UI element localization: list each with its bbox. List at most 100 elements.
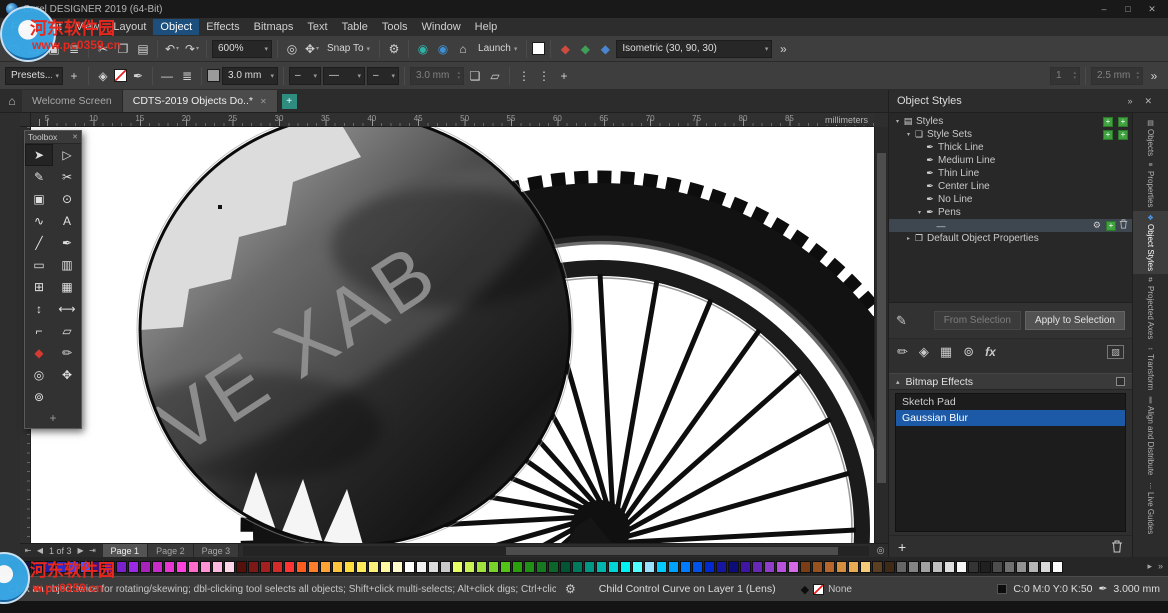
- new-tab-button[interactable]: +: [282, 94, 297, 109]
- palette-color-swatch[interactable]: [1052, 561, 1063, 573]
- customize-toolbox-button[interactable]: +: [25, 408, 81, 428]
- docker-tab[interactable]: ↔ Transform: [1133, 342, 1168, 393]
- palette-color-swatch[interactable]: [8, 561, 19, 573]
- palette-color-swatch[interactable]: [56, 561, 67, 573]
- palette-color-swatch[interactable]: [464, 561, 475, 573]
- palette-color-swatch[interactable]: [608, 561, 619, 573]
- menu-item[interactable]: Effects: [199, 19, 246, 35]
- line-style-icon[interactable]: ≣: [178, 67, 196, 85]
- zoom-level-combo[interactable]: 600%▾: [212, 40, 272, 58]
- palette-scroll-icon[interactable]: ▸: [1147, 561, 1152, 572]
- palette-color-swatch[interactable]: [296, 561, 307, 573]
- frame-properties-icon[interactable]: ▨: [1107, 345, 1124, 359]
- pan-icon[interactable]: ✥▾: [303, 40, 321, 58]
- tree-row[interactable]: ✒ No Line: [889, 193, 1132, 206]
- tree-row[interactable]: ✒ Thick Line: [889, 141, 1132, 154]
- palette-color-swatch[interactable]: [488, 561, 499, 573]
- new-style-from-selection-icon[interactable]: ✎: [896, 313, 907, 329]
- palette-color-swatch[interactable]: [1040, 561, 1051, 573]
- palette-color-swatch[interactable]: [440, 561, 451, 573]
- palette-color-swatch[interactable]: [428, 561, 439, 573]
- palette-color-swatch[interactable]: [68, 561, 79, 573]
- palette-color-swatch[interactable]: [476, 561, 487, 573]
- next-page-button[interactable]: ▶: [75, 546, 87, 555]
- smart-drawing-tool[interactable]: ▣: [25, 188, 53, 210]
- palette-color-swatch[interactable]: [332, 561, 343, 573]
- height-spin[interactable]: 2.5 mm▴▾: [1091, 67, 1143, 85]
- knife-tool[interactable]: ✂: [53, 166, 81, 188]
- interactive-fill-tool[interactable]: ◆: [25, 342, 53, 364]
- store-globe-icon[interactable]: ◉: [434, 40, 452, 58]
- graph-paper-tool[interactable]: ▦: [53, 276, 81, 298]
- palette-color-swatch[interactable]: [512, 561, 523, 573]
- curve-node[interactable]: [641, 209, 645, 213]
- fill-picker-icon[interactable]: ◈: [94, 67, 112, 85]
- pattern-properties-icon[interactable]: ▦: [940, 344, 952, 360]
- pan-tool[interactable]: ✥: [53, 364, 81, 386]
- palette-color-swatch[interactable]: [212, 561, 223, 573]
- add-anchor-icon[interactable]: +: [555, 67, 573, 85]
- drawing-canvas[interactable]: VE XAB: [31, 127, 874, 543]
- palette-color-swatch[interactable]: [224, 561, 235, 573]
- docker-expand-icon[interactable]: »: [1127, 96, 1132, 107]
- fill-properties-icon[interactable]: ◈: [919, 344, 929, 360]
- minimize-button[interactable]: –: [1092, 1, 1116, 17]
- apply-style-button[interactable]: +: [1106, 221, 1116, 231]
- palette-color-swatch[interactable]: [908, 561, 919, 573]
- palette-color-swatch[interactable]: [1016, 561, 1027, 573]
- page-color-swatch[interactable]: [532, 42, 545, 55]
- docker-tab[interactable]: ≡ Properties: [1133, 159, 1168, 210]
- menu-item[interactable]: Bitmaps: [247, 19, 301, 35]
- zoom-tool[interactable]: ◎: [25, 364, 53, 386]
- propbar-overflow-icon[interactable]: »: [1145, 67, 1163, 85]
- palette-color-swatch[interactable]: [620, 561, 631, 573]
- palette-color-swatch[interactable]: [1028, 561, 1039, 573]
- add-effect-button[interactable]: +: [898, 539, 906, 555]
- palette-color-swatch[interactable]: [716, 561, 727, 573]
- save-icon[interactable]: ▣: [45, 40, 63, 58]
- ruler-origin[interactable]: [20, 113, 31, 127]
- palette-color-swatch[interactable]: [956, 561, 967, 573]
- tree-row[interactable]: — ⚙ +: [889, 219, 1132, 232]
- vertical-dimension-tool[interactable]: ↕: [25, 298, 53, 320]
- palette-color-swatch[interactable]: [320, 561, 331, 573]
- menu-item[interactable]: Text: [300, 19, 334, 35]
- outline-width-combo[interactable]: 3.0 mm▾: [222, 67, 278, 85]
- anchor-a-icon[interactable]: ⋮: [515, 67, 533, 85]
- palette-color-swatch[interactable]: [704, 561, 715, 573]
- effect-item[interactable]: Gaussian Blur: [896, 410, 1125, 426]
- ellipse-tool[interactable]: ⊙: [53, 188, 81, 210]
- first-page-button[interactable]: ⇤: [22, 546, 34, 555]
- page-tab[interactable]: Page 2: [148, 544, 194, 557]
- palette-color-swatch[interactable]: [632, 561, 643, 573]
- tree-row[interactable]: ✒ Center Line: [889, 180, 1132, 193]
- line-width-icon[interactable]: —: [158, 67, 176, 85]
- tree-row[interactable]: ✒ Thin Line: [889, 167, 1132, 180]
- palette-color-swatch[interactable]: [152, 561, 163, 573]
- print-icon[interactable]: ≣: [65, 40, 83, 58]
- curve-node[interactable]: [218, 205, 222, 209]
- fx-icon[interactable]: fx: [985, 345, 996, 359]
- palette-color-swatch[interactable]: [260, 561, 271, 573]
- pick-tool[interactable]: ➤: [25, 144, 53, 166]
- anchor-editing-tool[interactable]: ▱: [53, 320, 81, 342]
- page-tab[interactable]: Page 1: [103, 544, 149, 557]
- welcome-home-icon[interactable]: ⌂: [2, 90, 22, 112]
- line-tool[interactable]: ╱: [25, 232, 53, 254]
- palette-color-swatch[interactable]: [740, 561, 751, 573]
- drawing-plane-combo[interactable]: Isometric (30, 90, 30)▾: [616, 40, 772, 58]
- palette-color-swatch[interactable]: [284, 561, 295, 573]
- toolbox-close-icon[interactable]: ✕: [72, 133, 78, 141]
- line-pattern-combo[interactable]: —▾: [323, 67, 365, 85]
- palette-color-swatch[interactable]: [884, 561, 895, 573]
- palette-color-swatch[interactable]: [452, 561, 463, 573]
- vertical-scrollbar[interactable]: [874, 127, 888, 543]
- palette-color-swatch[interactable]: [1004, 561, 1015, 573]
- status-settings-gear-icon[interactable]: ⚙: [565, 582, 576, 596]
- tree-expand-icon[interactable]: ▸: [904, 235, 913, 242]
- palette-color-swatch[interactable]: [920, 561, 931, 573]
- palette-color-swatch[interactable]: [728, 561, 739, 573]
- palette-color-swatch[interactable]: [596, 561, 607, 573]
- copy-icon[interactable]: ❐: [114, 40, 132, 58]
- palette-color-swatch[interactable]: [92, 561, 103, 573]
